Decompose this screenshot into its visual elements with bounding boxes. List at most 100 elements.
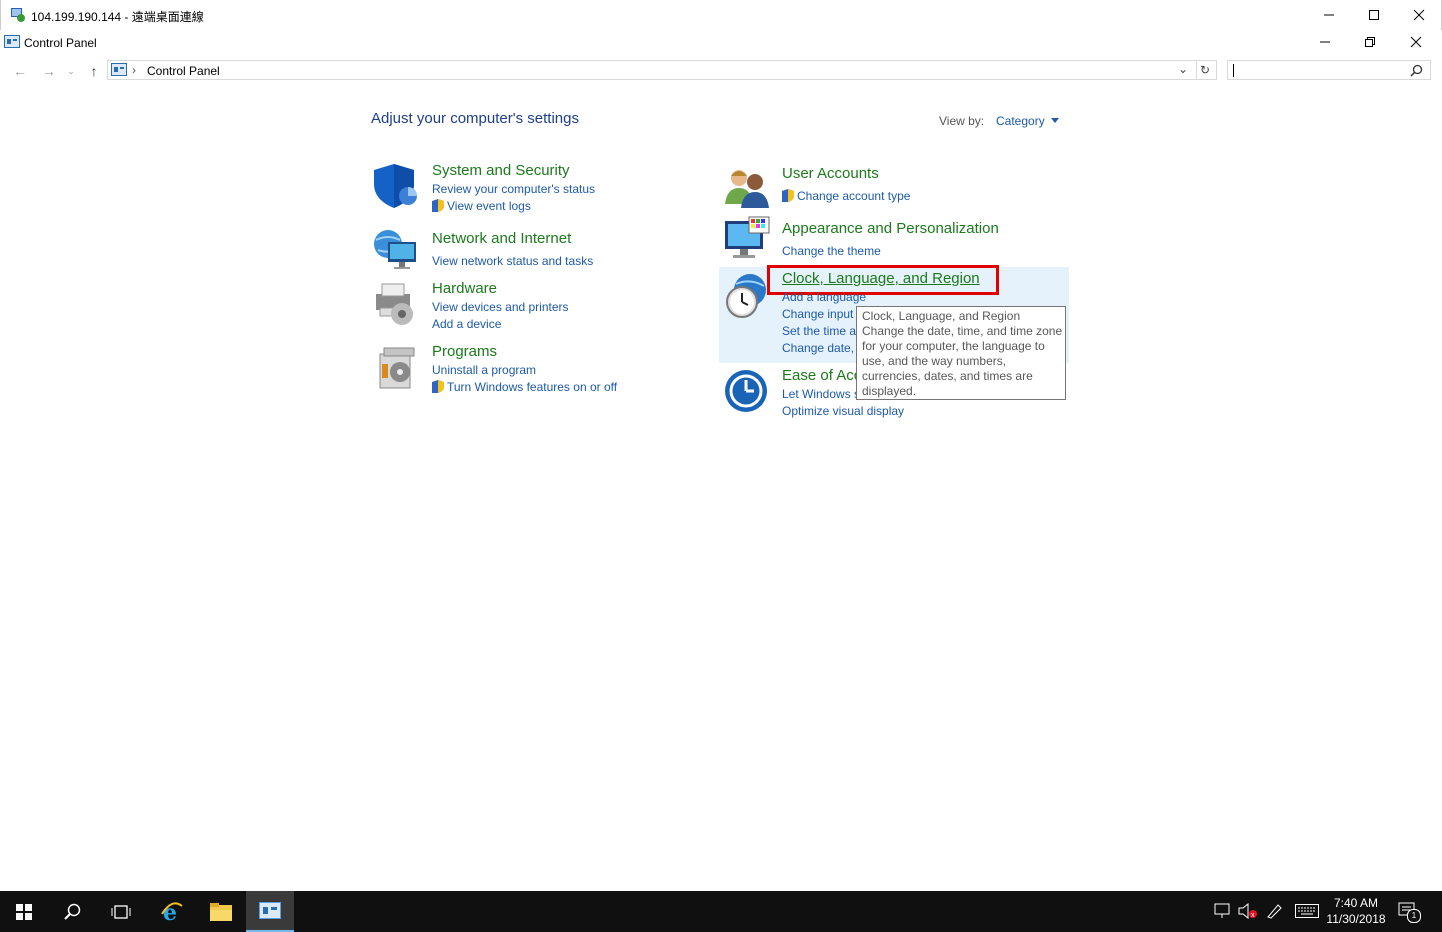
network-tray-icon[interactable] [1214,903,1232,922]
internet-explorer-button[interactable]: e [148,891,196,932]
search-input[interactable] [1227,60,1431,80]
appearance-category [723,215,771,266]
search-button[interactable] [48,891,96,932]
refresh-button[interactable]: ↻ [1200,63,1210,77]
start-button[interactable] [0,891,48,932]
link-windows-features[interactable]: Turn Windows features on or off [432,380,617,394]
category-hardware[interactable]: Hardware [432,280,497,297]
link-change-date[interactable]: Change date, [782,341,854,355]
notification-badge: 1 [1407,909,1421,923]
control-panel-icon [4,35,20,48]
clock-globe-icon [726,274,766,318]
clock-time: 7:40 AM [1333,896,1379,910]
action-center-button[interactable]: 1 [1398,901,1421,924]
link-devices-printers[interactable]: View devices and printers [432,300,569,314]
recent-locations-button[interactable]: ⌄ [64,62,78,80]
maximize-icon [1369,10,1379,20]
windows-logo-icon [16,903,32,920]
security-shield-icon [374,164,417,208]
remote-desktop-icon [11,8,25,22]
arrow-up-icon: ↑ [90,63,98,79]
keyboard-icon [1295,904,1319,918]
text-caret [1233,64,1234,77]
system-security-category [372,162,420,213]
address-dropdown-button[interactable]: ⌄ [1178,62,1188,76]
category-user-accounts[interactable]: User Accounts [782,165,879,182]
link-change-theme[interactable]: Change the theme [782,244,881,258]
task-view-icon [111,904,131,919]
taskbar: e x 7:40 AM 11/30/2018 1 [0,891,1442,932]
close-icon [1413,9,1425,21]
uac-shield-icon [782,189,794,202]
rdp-title-bar: 104.199.190.144 - 遠端桌面連線 [0,0,1442,30]
link-add-language[interactable]: Add a language [782,290,866,304]
printer-icon [376,283,413,325]
rdp-window-title: 104.199.190.144 - 遠端桌面連線 [31,10,204,24]
breadcrumb-separator-icon: › [132,63,136,77]
volume-muted-icon: x [1238,902,1257,920]
category-ease-of-access[interactable]: Ease of Acc [782,367,861,384]
minimize-icon [1324,14,1334,16]
programs-category [374,344,422,395]
arrow-left-icon: ← [13,63,27,79]
link-let-windows[interactable]: Let Windows s [782,387,860,401]
control-panel-taskbar-button[interactable] [246,891,294,932]
category-system-security[interactable]: System and Security [432,162,570,179]
link-change-input[interactable]: Change input [782,307,853,321]
link-review-status[interactable]: Review your computer's status [432,182,595,196]
tooltip-line: Change the date, time, and time zone [862,324,1063,338]
ease-of-access-icon [725,370,767,412]
volume-tray-icon[interactable]: x [1238,902,1258,922]
breadcrumb-control-panel[interactable]: Control Panel [147,64,220,78]
clock-region-category [722,272,770,323]
network-icon [1214,903,1230,918]
tooltip: Clock, Language, and Region Change the d… [856,306,1066,400]
address-bar[interactable]: › Control Panel ⌄ ↻ [107,60,1217,80]
link-optimize-display[interactable]: Optimize visual display [782,404,904,418]
category-network-internet[interactable]: Network and Internet [432,230,571,247]
uac-shield-icon [432,199,444,212]
link-view-event-logs[interactable]: View event logs [432,199,531,213]
control-panel-window-title: Control Panel [24,36,97,50]
forward-button[interactable]: → [40,62,58,80]
link-view-event-logs-label: View event logs [447,199,531,213]
category-programs[interactable]: Programs [432,343,497,360]
link-change-account-type[interactable]: Change account type [782,189,910,203]
link-add-device[interactable]: Add a device [432,317,501,331]
rdp-minimize-button[interactable] [1306,0,1352,30]
task-view-button[interactable] [97,891,145,932]
pen-icon [1267,904,1282,919]
navigation-bar: ← → ⌄ ↑ › Control Panel ⌄ ↻ [0,58,1442,84]
clock-date: 11/30/2018 [1326,912,1386,926]
keyboard-tray-icon[interactable] [1295,904,1319,921]
category-appearance[interactable]: Appearance and Personalization [782,220,999,237]
rdp-maximize-button[interactable] [1351,0,1397,30]
file-explorer-button[interactable] [197,891,245,932]
tooltip-line: displayed. [862,384,917,398]
cp-minimize-button[interactable] [1302,30,1348,54]
link-change-account-type-label: Change account type [797,189,911,203]
link-set-time[interactable]: Set the time a [782,324,856,338]
network-category [372,226,420,277]
user-accounts-icon [725,170,769,208]
close-icon [1410,36,1422,48]
internet-explorer-icon: e [161,900,183,924]
cp-restore-button[interactable] [1347,30,1393,54]
back-button[interactable]: ← [11,62,29,80]
view-by-label: View by: [939,114,985,128]
restore-icon [1365,37,1375,47]
cp-close-button[interactable] [1393,30,1439,54]
hardware-category [372,280,420,331]
user-accounts-category [723,164,771,215]
link-windows-features-label: Turn Windows features on or off [447,380,618,394]
up-button[interactable]: ↑ [85,62,103,80]
link-network-status[interactable]: View network status and tasks [432,254,593,268]
view-by-dropdown[interactable]: Category [996,114,1060,128]
link-uninstall-program[interactable]: Uninstall a program [432,363,536,377]
rdp-close-button[interactable] [1396,0,1442,30]
category-clock-language-region[interactable]: Clock, Language, and Region [782,270,980,287]
page-title: Adjust your computer's settings [371,110,579,127]
search-icon [64,903,81,920]
clock[interactable]: 7:40 AM 11/30/2018 [1326,895,1386,927]
pen-tray-icon[interactable] [1266,903,1284,922]
